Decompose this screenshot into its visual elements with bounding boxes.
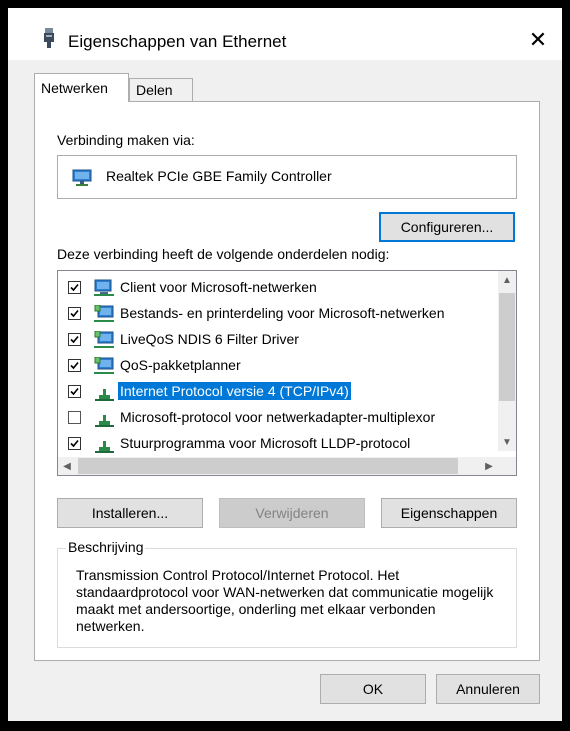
screen-frame-top [0, 0, 570, 8]
properties-dialog: Eigenschappen van Ethernet ✕ Netwerken D… [8, 8, 562, 721]
component-label: Bestands- en printerdeling voor Microsof… [120, 305, 445, 321]
description-group: Beschrijving Transmission Control Protoc… [57, 539, 517, 648]
description-legend: Beschrijving [66, 539, 146, 555]
components-list[interactable]: Client voor Microsoft-netwerken Bestands… [57, 270, 517, 476]
scrollbar-corner [498, 457, 516, 475]
protocol-icon [94, 383, 116, 404]
list-item[interactable]: QoS-pakketplanner [58, 353, 498, 379]
protocol-icon [94, 409, 116, 430]
scroll-down-icon[interactable]: ▼ [498, 433, 516, 451]
properties-button[interactable]: Eigenschappen [381, 498, 517, 528]
horizontal-scrollbar[interactable]: ◀ ▶ [58, 457, 498, 475]
description-text: Transmission Control Protocol/Internet P… [76, 567, 494, 634]
configure-button[interactable]: Configureren... [379, 212, 515, 242]
vertical-scroll-thumb[interactable] [499, 293, 515, 401]
component-checkbox[interactable] [68, 359, 81, 372]
network-client-icon [94, 279, 116, 300]
component-checkbox[interactable] [68, 437, 81, 450]
component-label: Client voor Microsoft-netwerken [120, 279, 317, 295]
connect-via-label: Verbinding maken via: [57, 132, 195, 148]
close-button[interactable]: ✕ [514, 20, 562, 60]
vertical-scrollbar[interactable]: ▲ ▼ [498, 271, 516, 451]
component-label: QoS-pakketplanner [120, 357, 241, 373]
protocol-icon [94, 435, 116, 456]
screen-frame-right [562, 0, 570, 731]
screen-frame-bottom [0, 721, 570, 731]
list-item[interactable]: Internet Protocol versie 4 (TCP/IPv4) [58, 379, 498, 405]
horizontal-scroll-thumb[interactable] [78, 458, 458, 474]
network-adapter-icon [42, 28, 56, 51]
list-item[interactable]: Microsoft-protocol voor netwerkadapter-m… [58, 405, 498, 431]
tab-netwerken[interactable]: Netwerken [34, 73, 129, 102]
screen-frame-left [0, 0, 8, 731]
component-label: Stuurprogramma voor Microsoft LLDP-proto… [120, 435, 411, 451]
window-title: Eigenschappen van Ethernet [68, 32, 287, 51]
list-item[interactable]: Client voor Microsoft-netwerken [58, 275, 498, 301]
close-icon: ✕ [528, 27, 548, 52]
cancel-button[interactable]: Annuleren [436, 674, 540, 704]
scroll-right-icon[interactable]: ▶ [480, 457, 498, 475]
component-label-selected: Internet Protocol versie 4 (TCP/IPv4) [118, 382, 351, 400]
tab-delen[interactable]: Delen [129, 78, 193, 102]
tab-panel-netwerken: Verbinding maken via: Realtek PCIe GBE F… [34, 101, 540, 661]
list-item[interactable]: LiveQoS NDIS 6 Filter Driver [58, 327, 498, 353]
list-item[interactable]: Stuurprogramma voor Microsoft LLDP-proto… [58, 431, 498, 457]
install-button[interactable]: Installeren... [57, 498, 203, 528]
ok-button[interactable]: OK [320, 674, 426, 704]
component-checkbox[interactable] [68, 307, 81, 320]
scroll-up-icon[interactable]: ▲ [498, 271, 516, 289]
components-label: Deze verbinding heeft de volgende onderd… [57, 246, 390, 262]
network-card-icon [72, 169, 94, 190]
component-checkbox[interactable] [68, 333, 81, 346]
remove-button[interactable]: Verwijderen [219, 498, 365, 528]
network-service-icon [94, 304, 116, 326]
list-item[interactable]: Bestands- en printerdeling voor Microsof… [58, 301, 498, 327]
component-checkbox[interactable] [68, 385, 81, 398]
component-label: Microsoft-protocol voor netwerkadapter-m… [120, 409, 436, 425]
network-service-icon [94, 356, 116, 378]
component-checkbox[interactable] [68, 281, 81, 294]
title-bar[interactable]: Eigenschappen van Ethernet ✕ [8, 8, 562, 60]
component-label: LiveQoS NDIS 6 Filter Driver [120, 331, 299, 347]
component-checkbox[interactable] [68, 411, 81, 424]
scroll-left-icon[interactable]: ◀ [58, 457, 76, 475]
adapter-name: Realtek PCIe GBE Family Controller [106, 168, 332, 184]
network-service-icon [94, 330, 116, 352]
adapter-box: Realtek PCIe GBE Family Controller [57, 155, 517, 199]
